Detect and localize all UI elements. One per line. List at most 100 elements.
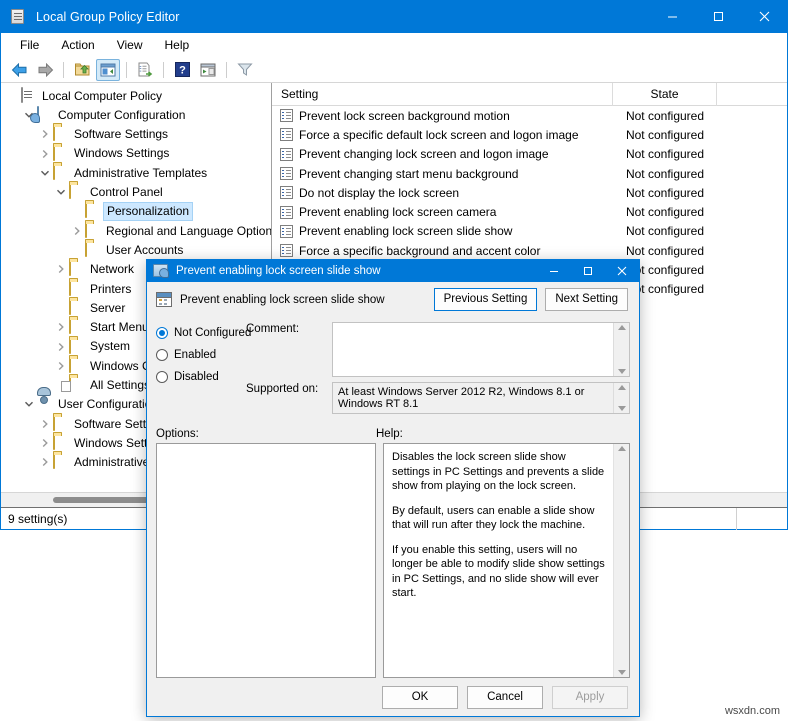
table-row[interactable]: Prevent changing lock screen and logon i… <box>272 145 787 164</box>
forward-icon[interactable] <box>33 59 57 81</box>
dialog-maximize-button[interactable] <box>571 260 605 282</box>
help-paragraph: Disables the lock screen slide show sett… <box>392 450 605 494</box>
chevron-right-icon[interactable] <box>37 435 53 451</box>
column-header-setting[interactable]: Setting <box>272 83 613 106</box>
chevron-down-icon[interactable] <box>53 184 69 200</box>
toolbar: ? <box>1 57 787 83</box>
scroll-up-icon[interactable] <box>618 446 626 451</box>
tree-item[interactable]: Regional and Language Option <box>1 221 271 240</box>
table-row[interactable]: Prevent changing start menu backgroundNo… <box>272 164 787 183</box>
table-row[interactable]: Force a specific background and accent c… <box>272 241 787 260</box>
options-pane[interactable] <box>156 443 376 678</box>
menu-help[interactable]: Help <box>154 36 201 54</box>
comment-textbox[interactable] <box>332 322 630 377</box>
radio-enabled[interactable]: Enabled <box>156 344 246 366</box>
minimize-button[interactable] <box>649 0 695 33</box>
tree-item-label: Administrative <box>74 454 149 470</box>
chevron-right-icon[interactable] <box>37 454 53 470</box>
options-label: Options: <box>156 428 376 440</box>
radio-disabled[interactable]: Disabled <box>156 366 246 388</box>
comment-label: Comment: <box>246 322 332 377</box>
radio-disabled-indicator[interactable] <box>156 371 168 383</box>
tree-item[interactable]: Personalization <box>1 202 271 221</box>
menu-action[interactable]: Action <box>50 36 105 54</box>
policy-setting-icon <box>280 128 293 141</box>
state-cell: Not configured <box>613 147 717 161</box>
tree-item-label: System <box>90 338 130 354</box>
comment-value[interactable] <box>333 323 613 376</box>
comment-scrollbar[interactable] <box>613 323 629 376</box>
radio-disabled-label: Disabled <box>174 371 219 383</box>
back-icon[interactable] <box>7 59 31 81</box>
table-row[interactable]: Prevent enabling lock screen slide show N… <box>272 222 787 241</box>
supported-on-textbox: At least Windows Server 2012 R2, Windows… <box>332 382 630 414</box>
chevron-right-icon[interactable] <box>37 126 53 142</box>
filter-icon[interactable] <box>233 59 257 81</box>
menu-file[interactable]: File <box>9 36 50 54</box>
dialog-header-title: Prevent enabling lock screen slide show <box>180 294 434 306</box>
scroll-down-icon[interactable] <box>618 406 626 411</box>
previous-setting-button[interactable]: Previous Setting <box>434 288 538 311</box>
tree-item-label: Administrative Templates <box>74 165 207 181</box>
dialog-minimize-button[interactable] <box>537 260 571 282</box>
chevron-down-icon[interactable] <box>37 165 53 181</box>
next-setting-button[interactable]: Next Setting <box>545 288 628 311</box>
help-scrollbar[interactable] <box>613 444 629 677</box>
chevron-down-icon[interactable] <box>21 396 37 412</box>
tree-item[interactable]: Software Settings <box>1 125 271 144</box>
table-row[interactable]: Force a specific default lock screen and… <box>272 125 787 144</box>
setting-name: Force a specific background and accent c… <box>299 244 540 258</box>
window-controls <box>649 0 787 33</box>
setting-cell: Force a specific background and accent c… <box>272 244 613 258</box>
chevron-right-icon[interactable] <box>53 339 69 355</box>
chevron-right-icon[interactable] <box>69 223 85 239</box>
export-list-icon[interactable] <box>133 59 157 81</box>
scroll-down-icon[interactable] <box>618 369 626 374</box>
menu-view[interactable]: View <box>106 36 154 54</box>
cancel-button[interactable]: Cancel <box>467 686 543 709</box>
ok-button[interactable]: OK <box>382 686 458 709</box>
tree-item-label: Personalization <box>103 202 193 220</box>
tree-item[interactable]: Computer Configuration <box>1 105 271 124</box>
tree-item[interactable]: User Accounts <box>1 240 271 259</box>
tree-item[interactable]: Control Panel <box>1 182 271 201</box>
setting-cell: Do not display the lock screen <box>272 186 613 200</box>
setting-name: Prevent enabling lock screen slide show <box>299 224 512 238</box>
menu-bar: File Action View Help <box>1 33 787 57</box>
tree-item[interactable]: Administrative Templates <box>1 163 271 182</box>
supported-on-scrollbar[interactable] <box>613 383 629 413</box>
setting-name: Force a specific default lock screen and… <box>299 128 579 142</box>
column-header-state[interactable]: State <box>613 83 717 106</box>
chevron-right-icon[interactable] <box>53 358 69 374</box>
state-cell: Not configured <box>613 224 717 238</box>
toolbar-separator <box>63 62 64 78</box>
supported-on-label: Supported on: <box>246 382 332 414</box>
tree-item[interactable]: Local Computer Policy <box>1 86 271 105</box>
radio-enabled-indicator[interactable] <box>156 349 168 361</box>
radio-not-configured[interactable]: Not Configured <box>156 322 246 344</box>
show-hide-console-tree-icon[interactable] <box>96 59 120 81</box>
chevron-right-icon[interactable] <box>37 146 53 162</box>
up-folder-icon[interactable] <box>70 59 94 81</box>
table-row[interactable]: Prevent enabling lock screen cameraNot c… <box>272 202 787 221</box>
scroll-down-icon[interactable] <box>618 670 626 675</box>
radio-not-configured-indicator[interactable] <box>156 327 168 339</box>
chevron-right-icon[interactable] <box>53 319 69 335</box>
scroll-up-icon[interactable] <box>618 385 626 390</box>
setting-cell: Prevent enabling lock screen slide show <box>272 224 613 238</box>
tree-item[interactable]: Windows Settings <box>1 144 271 163</box>
help-content: Disables the lock screen slide show sett… <box>384 444 613 677</box>
table-row[interactable]: Prevent lock screen background motionNot… <box>272 106 787 125</box>
maximize-button[interactable] <box>695 0 741 33</box>
close-button[interactable] <box>741 0 787 33</box>
policy-scroll-icon <box>11 9 27 25</box>
chevron-right-icon[interactable] <box>37 416 53 432</box>
scroll-up-icon[interactable] <box>618 325 626 330</box>
tree-item-label: Printers <box>90 281 131 297</box>
chevron-right-icon[interactable] <box>53 261 69 277</box>
help-icon[interactable]: ? <box>170 59 194 81</box>
folder-icon <box>53 454 69 470</box>
properties-icon[interactable] <box>196 59 220 81</box>
table-row[interactable]: Do not display the lock screenNot config… <box>272 183 787 202</box>
dialog-close-button[interactable] <box>605 260 639 282</box>
